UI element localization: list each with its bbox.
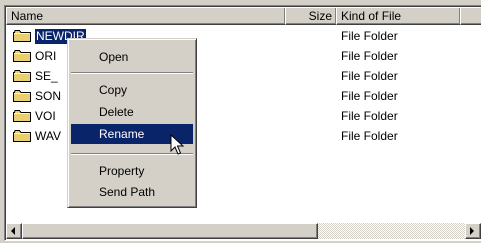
scroll-left-button[interactable] — [6, 223, 22, 239]
column-header-size[interactable]: Size — [285, 7, 337, 25]
scrollbar-thumb[interactable] — [22, 223, 318, 239]
file-kind: File Folder — [341, 69, 398, 83]
file-name: SON — [35, 89, 62, 103]
arrow-right-icon — [470, 227, 474, 235]
menu-separator — [71, 72, 193, 74]
menu-item-delete[interactable]: Delete — [71, 102, 193, 122]
column-header-name[interactable]: Name — [6, 7, 286, 25]
file-kind: File Folder — [341, 129, 398, 143]
folder-icon — [13, 130, 31, 142]
folder-icon — [13, 90, 31, 102]
arrow-left-icon — [11, 227, 15, 235]
horizontal-scrollbar[interactable] — [6, 223, 481, 239]
menu-item-copy[interactable]: Copy — [71, 80, 193, 100]
file-kind: File Folder — [341, 89, 398, 103]
file-name: SE_ — [35, 69, 58, 83]
column-header-kind[interactable]: Kind of File — [336, 7, 461, 25]
menu-item-open[interactable]: Open — [71, 47, 193, 67]
folder-icon — [13, 110, 31, 122]
file-kind: File Folder — [341, 29, 398, 43]
scroll-right-button[interactable] — [465, 223, 481, 239]
context-menu: Open Copy Delete Rename Property Send Pa… — [67, 38, 197, 208]
file-name: ORI — [35, 49, 57, 63]
mouse-pointer-icon — [170, 134, 184, 155]
file-kind: File Folder — [341, 49, 398, 63]
folder-icon — [13, 50, 31, 62]
menu-item-send-path[interactable]: Send Path — [71, 182, 193, 202]
file-kind: File Folder — [341, 109, 398, 123]
file-name: WAV — [35, 129, 61, 143]
folder-icon — [13, 30, 31, 42]
column-header: Name Size Kind of File — [6, 7, 481, 25]
column-header-extra[interactable] — [460, 7, 481, 25]
file-name: VOI — [35, 109, 56, 123]
folder-icon — [13, 70, 31, 82]
menu-item-property[interactable]: Property — [71, 161, 193, 181]
